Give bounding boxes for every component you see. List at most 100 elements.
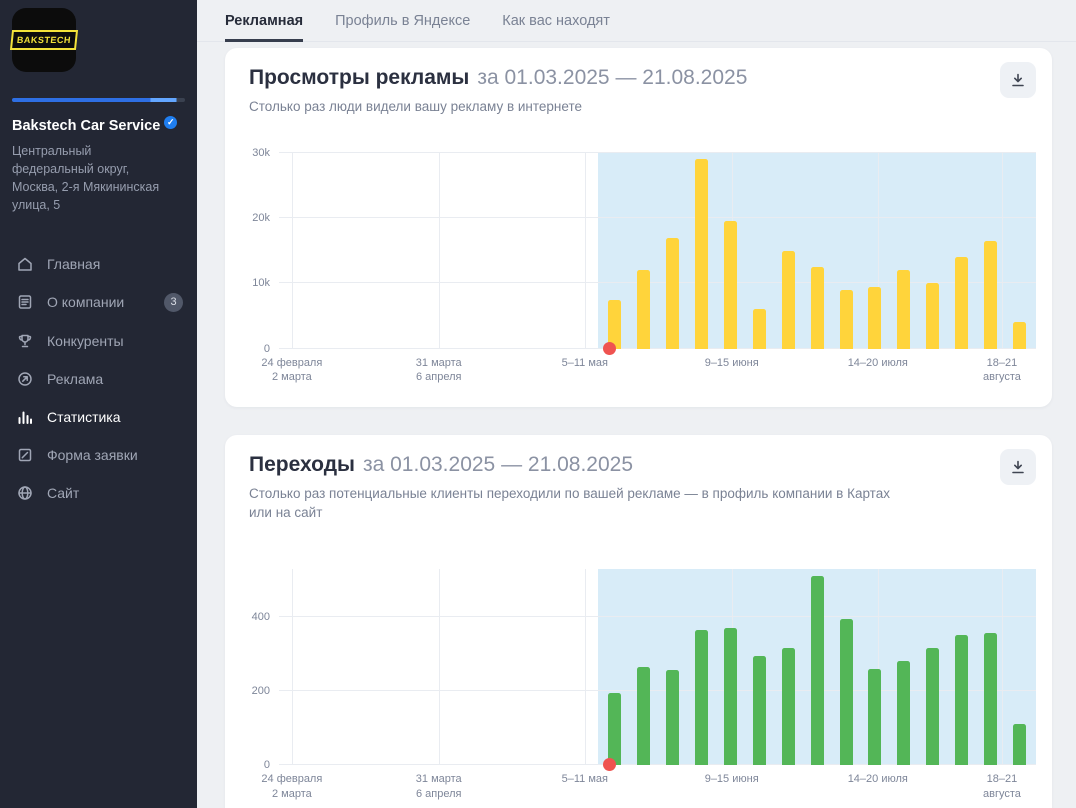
sidebar-item-ads[interactable]: Реклама (0, 360, 197, 398)
card-title: Просмотры рекламы за 01.03.2025 — 21.08.… (249, 66, 1036, 90)
company-name[interactable]: Bakstech Car Service ✓ (12, 116, 185, 134)
gridline (291, 152, 293, 349)
x-axis-label: 18–21 августа (982, 772, 1021, 800)
chart-bar (810, 576, 824, 765)
tab-yandex-profile[interactable]: Профиль в Яндексе (335, 0, 470, 42)
sidebar-item-home[interactable]: Главная (0, 245, 197, 283)
company-logo[interactable]: BAKSTECH (9, 8, 79, 72)
bar-chart-icon (16, 408, 34, 426)
company-address: Центральный федеральный округ, Москва, 2… (12, 144, 160, 213)
y-axis-label: 10k (252, 277, 270, 290)
home-icon (16, 255, 34, 273)
chart-bar (723, 221, 737, 349)
x-axis-label: 31 марта 6 апреля (415, 356, 462, 384)
chart-bar (955, 635, 969, 765)
bars-layer (598, 569, 1036, 765)
sidebar-item-about-company[interactable]: О компании 3 (0, 283, 197, 322)
globe-icon (16, 484, 34, 502)
chart-bar (897, 270, 911, 349)
sidebar-item-label: Главная (47, 255, 101, 272)
tab-how-found[interactable]: Как вас находят (502, 0, 610, 42)
gridline (438, 152, 440, 349)
sidebar-item-label: Сайт (47, 484, 80, 501)
download-icon (1012, 460, 1024, 473)
sidebar-item-competitors[interactable]: Конкуренты (0, 322, 197, 360)
chart-bar (637, 666, 651, 765)
plot-area: 0 10k 20k 30k 24 февраля 2 марта 31 марта 6 а… (252, 147, 1036, 383)
form-icon (16, 446, 34, 464)
chart-bar (752, 655, 766, 765)
x-axis-label: 14–20 июля (847, 772, 908, 785)
chart-bar (897, 661, 911, 765)
profile-progress-bar (12, 98, 185, 102)
main-content: Рекламная Профиль в Яндексе Как вас нахо… (197, 0, 1076, 808)
company-logo-text: BAKSTECH (9, 30, 79, 50)
company-icon (16, 293, 34, 311)
y-axis-label: 0 (263, 758, 270, 771)
sidebar-item-statistics[interactable]: Статистика (0, 398, 197, 436)
card-title-period: за 01.03.2025 — 21.08.2025 (477, 66, 748, 89)
chart-bar (868, 668, 882, 765)
chart-bar (926, 283, 940, 349)
chart-bar (695, 159, 709, 349)
x-axis-label: 18–21 августа (982, 356, 1021, 384)
bars-layer (598, 153, 1036, 349)
chart-bar (926, 648, 940, 765)
content-area: Просмотры рекламы за 01.03.2025 — 21.08.… (197, 42, 1076, 808)
chart-bar (1012, 322, 1026, 349)
x-axis-label: 9–15 июня (704, 772, 759, 785)
gridline (438, 568, 440, 765)
sidebar-menu: Главная О компании 3 Конкуренты Реклама (0, 245, 197, 512)
clicks-chart: 0 200 400 24 февраля 2 марта 31 марта 6 апре… (252, 568, 1036, 800)
chart-bar (955, 257, 969, 349)
chart-bar (839, 289, 853, 349)
chart-bar (983, 633, 997, 765)
company-name-text: Bakstech Car Service (12, 118, 161, 134)
period-start-marker (603, 342, 617, 356)
chart-bar (781, 648, 795, 765)
sidebar-item-label: Статистика (47, 408, 121, 425)
chart-bar (868, 286, 882, 349)
sidebar-item-label: Конкуренты (47, 332, 124, 349)
chart-bar (695, 629, 709, 765)
period-start-marker (603, 758, 617, 772)
chart-bar (781, 250, 795, 349)
x-axis-label: 24 февраля 2 марта (261, 356, 323, 384)
chart-bar (839, 618, 853, 765)
card-title-text: Переходы (249, 452, 355, 476)
download-button[interactable] (1000, 448, 1036, 485)
chart-bar (666, 670, 680, 765)
plot-area: 0 200 400 24 февраля 2 марта 31 марта 6 апре… (252, 568, 1036, 800)
card-title-period: за 01.03.2025 — 21.08.2025 (362, 452, 634, 476)
x-axis-label: 5–11 мая (561, 356, 608, 369)
clicks-card: Переходы за 01.03.2025 — 21.08.2025 Стол… (225, 434, 1052, 808)
download-button[interactable] (1000, 62, 1036, 98)
megaphone-icon (16, 370, 34, 388)
notification-badge: 3 (164, 292, 183, 312)
y-axis-label: 30k (252, 146, 270, 159)
x-axis-label: 14–20 июля (847, 356, 908, 369)
card-title-text: Просмотры рекламы (249, 66, 470, 89)
x-axis-label: 24 февраля 2 марта (261, 772, 323, 800)
y-axis-label: 200 (251, 684, 270, 697)
gridline (584, 568, 586, 765)
sidebar-item-site[interactable]: Сайт (0, 474, 197, 512)
card-title: Переходы за 01.03.2025 — 21.08.2025 (249, 453, 1036, 477)
y-axis-label: 400 (251, 610, 270, 623)
sidebar-item-request-form[interactable]: Форма заявки (0, 436, 197, 474)
ad-views-chart: 0 10k 20k 30k 24 февраля 2 марта 31 марта 6 а… (252, 147, 1036, 383)
card-subtitle: Столько раз потенциальные клиенты перехо… (249, 485, 890, 521)
chart-bar (637, 270, 651, 349)
tab-advertising[interactable]: Рекламная (225, 0, 304, 42)
card-subtitle: Столько раз люди видели вашу рекламу в и… (249, 99, 582, 114)
verified-icon: ✓ (164, 116, 178, 129)
x-axis-label: 31 марта 6 апреля (415, 772, 462, 800)
chart-bar (723, 627, 737, 765)
download-icon (1012, 73, 1024, 87)
trophy-icon (16, 332, 34, 350)
sidebar-item-label: Реклама (47, 370, 104, 387)
sidebar-item-label: О компании (47, 294, 125, 310)
y-axis-label: 0 (263, 342, 270, 355)
sidebar-item-label: Форма заявки (47, 446, 138, 463)
x-axis-label: 5–11 мая (561, 772, 608, 785)
